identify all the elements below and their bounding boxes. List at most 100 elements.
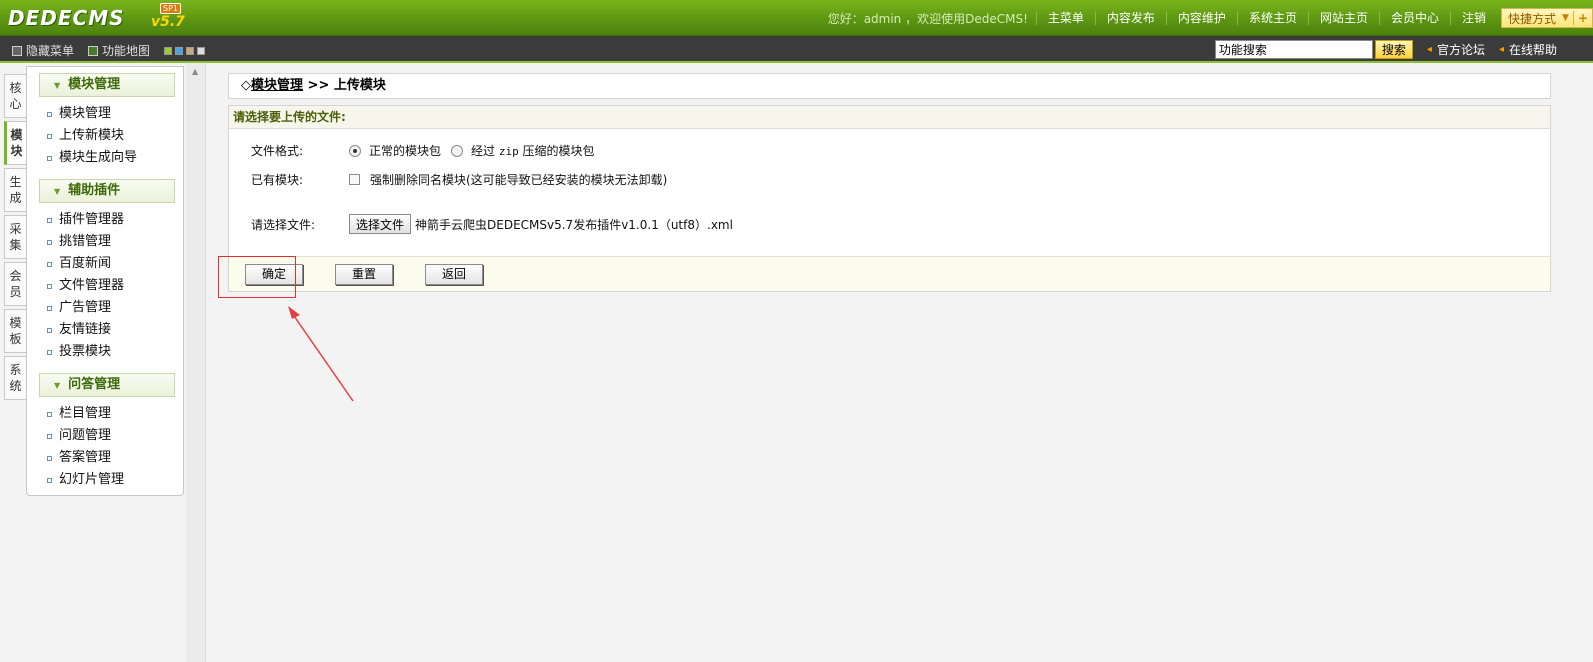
- nav-main-menu[interactable]: 主菜单: [1035, 11, 1095, 25]
- force-delete-label: 强制删除同名模块(这可能导致已经安装的模块无法卸载): [370, 173, 668, 187]
- tab-templates[interactable]: 模板: [4, 309, 26, 353]
- sidebar-item-plugin-manager[interactable]: 插件管理器: [47, 209, 175, 231]
- skin-blue-swatch[interactable]: [175, 46, 184, 55]
- nav-member-center[interactable]: 会员中心: [1378, 11, 1450, 25]
- tab-core[interactable]: 核心: [4, 74, 26, 118]
- sidebar-item-answers[interactable]: 答案管理: [47, 447, 175, 469]
- back-button[interactable]: 返回: [425, 264, 483, 285]
- sidebar-item-ads[interactable]: 广告管理: [47, 297, 175, 319]
- nav-system-home[interactable]: 系统主页: [1236, 11, 1308, 25]
- sidebar-item-module-wizard[interactable]: 模块生成向导: [47, 147, 175, 169]
- welcome-text: 您好：admin ，欢迎使用DedeCMS!: [827, 11, 1028, 26]
- skin-gray-swatch[interactable]: [197, 46, 206, 55]
- nav-maintain[interactable]: 内容维护: [1165, 11, 1237, 25]
- sidebar-item-label: 答案管理: [59, 450, 112, 465]
- tab-modules[interactable]: 模块: [4, 121, 26, 165]
- menu-section-header[interactable]: ▼ 辅助插件: [39, 179, 175, 203]
- top-header: DEDECMS v5.7 SP1 您好：admin ，欢迎使用DedeCMS! …: [0, 0, 1593, 36]
- form-actions: 确定 重置 返回: [229, 256, 1550, 291]
- sidebar-item-label: 投票模块: [59, 344, 112, 359]
- triangle-down-icon: ▼: [54, 81, 61, 90]
- sidebar-item-error-report[interactable]: 挑错管理: [47, 231, 175, 253]
- skin-green-swatch[interactable]: [164, 46, 173, 55]
- logo-version: v5.7: [151, 14, 185, 30]
- nav-publish[interactable]: 内容发布: [1094, 11, 1166, 25]
- bullet-icon: [47, 327, 52, 333]
- bullet-icon: [47, 155, 52, 161]
- bullet-icon: [47, 477, 52, 483]
- sidebar-item-module-management[interactable]: 模块管理: [47, 103, 175, 125]
- sidebar-item-baidu-news[interactable]: 百度新闻: [47, 253, 175, 275]
- collapse-arrow-icon[interactable]: ▲: [192, 67, 198, 76]
- quick-access-dropdown[interactable]: 快捷方式 ▼ +: [1501, 8, 1593, 28]
- add-quick-access-button[interactable]: +: [1572, 11, 1592, 25]
- signal-icon: ◂: [1498, 44, 1504, 55]
- nav-logout[interactable]: 注销: [1449, 11, 1497, 25]
- online-help-link[interactable]: ◂ 在线帮助: [1499, 41, 1557, 58]
- triangle-down-icon: ▼: [54, 381, 61, 390]
- nav-site-home[interactable]: 网站主页: [1307, 11, 1379, 25]
- sidebar-item-label: 广告管理: [59, 300, 112, 315]
- site-map-label: 功能地图: [102, 44, 151, 58]
- tab-members[interactable]: 会员: [4, 262, 26, 306]
- bullet-icon: [47, 283, 52, 289]
- form-title: 请选择要上传的文件:: [229, 106, 1550, 129]
- bullet-icon: [47, 433, 52, 439]
- bullet-icon: [47, 239, 52, 245]
- sidebar-item-label: 模块管理: [59, 106, 112, 121]
- category-tabs: 核心 模块 生成 采集 会员 模板 系统: [4, 74, 26, 403]
- menu-section-module-management: ▼ 模块管理 模块管理 上传新模块 模块生成向导: [39, 73, 175, 173]
- menu-section-plugins: ▼ 辅助插件 插件管理器 挑错管理 百度新闻 文件管理器 广告管理 友情链接 投票…: [39, 179, 175, 367]
- official-forum-label: 官方论坛: [1436, 43, 1485, 57]
- sidebar-item-friend-links[interactable]: 友情链接: [47, 319, 175, 341]
- hide-menu-label: 隐藏菜单: [26, 44, 75, 58]
- skin-tan-swatch[interactable]: [186, 46, 195, 55]
- online-help-label: 在线帮助: [1508, 43, 1557, 57]
- menu-section-title: 模块管理: [68, 77, 121, 92]
- sidebar-item-label: 幻灯片管理: [59, 472, 125, 487]
- upload-form: 请选择要上传的文件: 文件格式: 正常的模块包 经过 zip 压缩的模块包 已有…: [228, 105, 1551, 292]
- tab-collect[interactable]: 采集: [4, 215, 26, 259]
- menu-section-title: 辅助插件: [68, 183, 121, 198]
- format-radio-zip[interactable]: [451, 144, 464, 157]
- main-content: ◇模块管理 >> 上传模块 请选择要上传的文件: 文件格式: 正常的模块包 经过…: [206, 63, 1593, 662]
- top-nav: 您好：admin ，欢迎使用DedeCMS! 主菜单 内容发布 内容维护 系统主…: [828, 8, 1593, 28]
- menu-section-qa: ▼ 问答管理 栏目管理 问题管理 答案管理 幻灯片管理: [39, 373, 175, 495]
- bullet-icon: [47, 133, 52, 139]
- tab-generate[interactable]: 生成: [4, 168, 26, 212]
- tab-system[interactable]: 系统: [4, 356, 26, 400]
- annotation-arrow: [288, 306, 354, 402]
- sidebar-item-label: 挑错管理: [59, 234, 112, 249]
- menu-section-header[interactable]: ▼ 模块管理: [39, 73, 175, 97]
- sidebar-item-categories[interactable]: 栏目管理: [47, 403, 175, 425]
- bullet-icon: [47, 111, 52, 117]
- zip-word: zip: [498, 145, 519, 158]
- hide-menu-button[interactable]: 隐藏菜单: [12, 42, 74, 59]
- sidebar-item-upload-module[interactable]: 上传新模块: [47, 125, 175, 147]
- sidebar-item-slides[interactable]: 幻灯片管理: [47, 469, 175, 491]
- site-map-button[interactable]: 功能地图: [88, 42, 150, 59]
- skin-switcher: [164, 46, 208, 55]
- bullet-icon: [47, 455, 52, 461]
- official-forum-link[interactable]: ◂ 官方论坛: [1427, 41, 1485, 58]
- sidebar-item-file-manager[interactable]: 文件管理器: [47, 275, 175, 297]
- function-search-input[interactable]: [1214, 40, 1373, 59]
- sidebar-item-label: 栏目管理: [59, 406, 112, 421]
- sidebar-item-label: 问题管理: [59, 428, 112, 443]
- bullet-icon: [47, 261, 52, 267]
- sidebar-item-label: 百度新闻: [59, 256, 112, 271]
- sidebar-item-label: 友情链接: [59, 322, 112, 337]
- menu-section-title: 问答管理: [68, 377, 121, 392]
- logo-text: DEDECMS: [8, 6, 125, 30]
- triangle-down-icon: ▼: [54, 187, 61, 196]
- sidebar-splitter[interactable]: ▲: [186, 63, 206, 662]
- selected-file-name: 神箭手云爬虫DEDECMSv5.7发布插件v1.0.1（utf8）.xml: [415, 217, 733, 232]
- sidebar-item-questions[interactable]: 问题管理: [47, 425, 175, 447]
- search-button[interactable]: 搜索: [1374, 40, 1413, 59]
- logo[interactable]: DEDECMS v5.7 SP1: [8, 3, 185, 32]
- sidebar-item-label: 上传新模块: [59, 128, 125, 143]
- signal-icon: ◂: [1426, 44, 1432, 55]
- menu-section-header[interactable]: ▼ 问答管理: [39, 373, 175, 397]
- breadcrumb: ◇模块管理 >> 上传模块: [228, 73, 1551, 99]
- sidebar-item-vote[interactable]: 投票模块: [47, 341, 175, 363]
